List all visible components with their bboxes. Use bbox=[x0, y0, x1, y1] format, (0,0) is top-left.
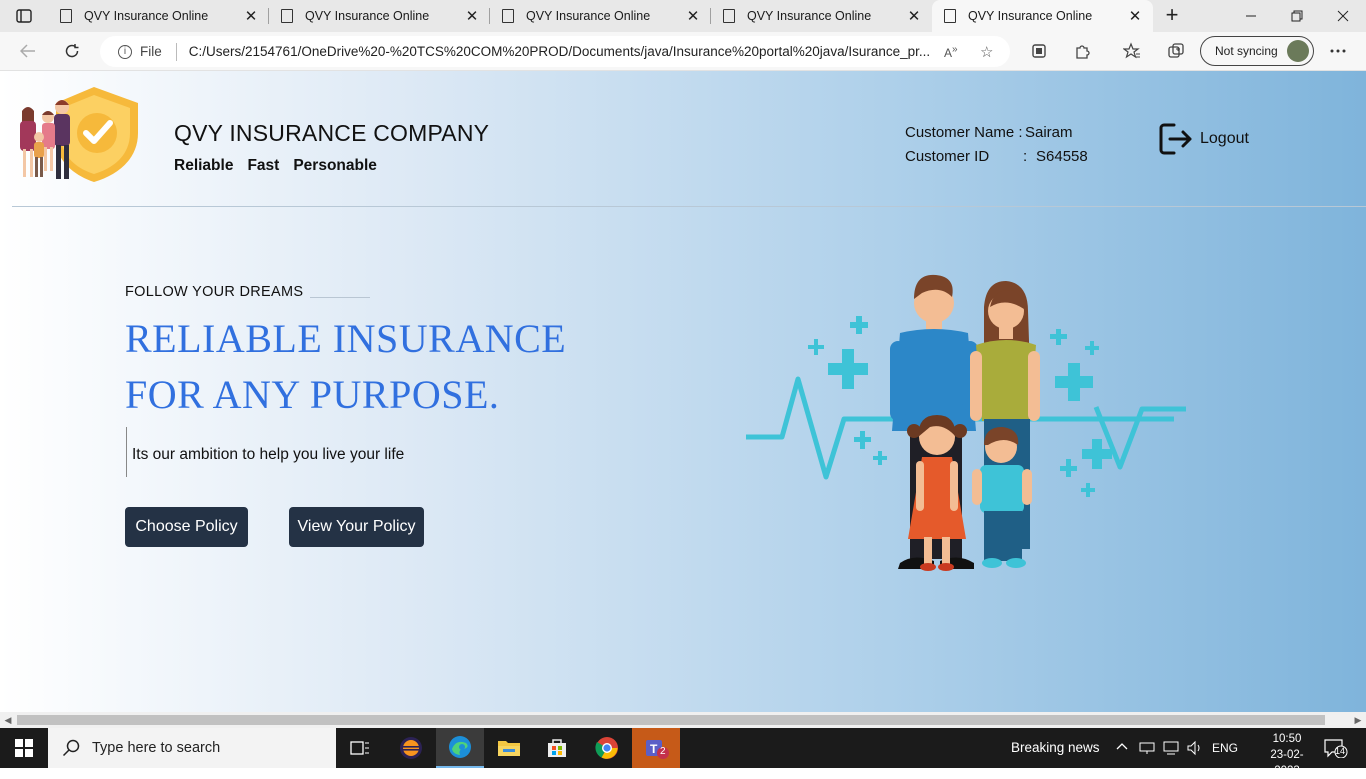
browser-tab[interactable]: QVY Insurance Online ✕ bbox=[48, 0, 269, 32]
add-favorite-icon[interactable]: ☆ bbox=[980, 43, 1002, 61]
customer-name-value: Sairam bbox=[1025, 124, 1073, 141]
extensions-icon[interactable] bbox=[1068, 36, 1098, 66]
read-aloud-icon[interactable]: A» bbox=[944, 44, 966, 60]
document-icon bbox=[502, 9, 514, 23]
task-view-icon[interactable] bbox=[336, 728, 384, 768]
headline-line: RELIABLE INSURANCE bbox=[125, 316, 567, 361]
horizontal-scrollbar[interactable]: ◀ ▶ bbox=[0, 712, 1366, 728]
minimize-button[interactable] bbox=[1228, 0, 1274, 32]
scroll-right-icon[interactable]: ▶ bbox=[1353, 715, 1363, 726]
refresh-button[interactable] bbox=[57, 36, 87, 66]
tab-title: QVY Insurance Online bbox=[968, 9, 1093, 23]
hero-headline: RELIABLE INSURANCE FOR ANY PURPOSE. bbox=[125, 311, 566, 423]
tab-title: QVY Insurance Online bbox=[305, 9, 430, 23]
headline-line: FOR ANY PURPOSE. bbox=[125, 372, 500, 417]
chrome-app-icon[interactable] bbox=[583, 728, 631, 768]
language-indicator[interactable]: ENG bbox=[1212, 741, 1238, 755]
tab-title: QVY Insurance Online bbox=[747, 9, 872, 23]
scheme-label: File bbox=[140, 44, 162, 59]
notification-count: 14 bbox=[1335, 746, 1346, 756]
tab-title: QVY Insurance Online bbox=[526, 9, 651, 23]
customer-id-label: Customer ID: bbox=[905, 148, 1028, 165]
clock-date: 23-02-2023 bbox=[1270, 749, 1304, 777]
family-illustration bbox=[746, 274, 1186, 571]
info-icon[interactable]: i bbox=[118, 44, 132, 59]
url-text[interactable]: C:/Users/2154761/OneDrive%20-%20TCS%20CO… bbox=[189, 44, 944, 59]
tagline-item: Fast bbox=[247, 157, 280, 174]
close-tab-icon[interactable]: ✕ bbox=[462, 7, 482, 25]
browser-tab[interactable]: QVY Insurance Online ✕ bbox=[711, 0, 932, 32]
logout-button[interactable]: Logout bbox=[1158, 122, 1249, 156]
tagline-item: Reliable bbox=[174, 157, 234, 174]
more-menu-icon[interactable] bbox=[1323, 36, 1353, 66]
sync-label: Not syncing bbox=[1215, 44, 1278, 58]
company-name: QVY INSURANCE COMPANY bbox=[174, 120, 490, 146]
clock-time: 10:50 bbox=[1272, 733, 1302, 745]
profile-sync-button[interactable]: Not syncing bbox=[1200, 36, 1314, 66]
browser-tab-strip: QVY Insurance Online ✕ QVY Insurance Onl… bbox=[0, 0, 1366, 32]
hero-subtext: Its our ambition to help you live your l… bbox=[132, 446, 405, 463]
browser-tab-active[interactable]: QVY Insurance Online ✕ bbox=[932, 0, 1153, 32]
logout-icon bbox=[1159, 123, 1192, 155]
start-button[interactable] bbox=[0, 728, 48, 768]
notification-center-icon[interactable]: 14 bbox=[1324, 738, 1348, 763]
search-placeholder: Type here to search bbox=[92, 740, 221, 756]
document-icon bbox=[281, 9, 293, 23]
new-tab-button[interactable]: + bbox=[1160, 4, 1184, 28]
document-icon bbox=[944, 9, 956, 23]
close-tab-icon[interactable]: ✕ bbox=[241, 7, 261, 25]
back-button[interactable] bbox=[13, 36, 43, 66]
view-policy-button[interactable]: View Your Policy bbox=[289, 507, 424, 547]
logout-label: Logout bbox=[1200, 130, 1249, 147]
address-bar[interactable]: i File C:/Users/2154761/OneDrive%20-%20T… bbox=[100, 36, 1010, 67]
teams-badge: 2 bbox=[660, 746, 666, 757]
scroll-left-icon[interactable]: ◀ bbox=[3, 715, 13, 726]
store-app-icon[interactable] bbox=[533, 728, 581, 768]
favorites-icon[interactable] bbox=[1117, 36, 1147, 66]
document-icon bbox=[60, 9, 72, 23]
system-clock[interactable]: 10:50 23-02-2023 bbox=[1262, 731, 1312, 779]
eyebrow-divider bbox=[310, 297, 370, 298]
header-divider bbox=[12, 206, 1366, 207]
svg-text:T: T bbox=[650, 742, 658, 756]
browser-tab[interactable]: QVY Insurance Online ✕ bbox=[490, 0, 711, 32]
taskbar-search[interactable]: Type here to search bbox=[48, 728, 336, 768]
close-window-button[interactable] bbox=[1320, 0, 1366, 32]
browser-essentials-icon[interactable] bbox=[1024, 36, 1054, 66]
close-tab-icon[interactable]: ✕ bbox=[1125, 7, 1145, 25]
wifi-icon[interactable] bbox=[1162, 741, 1180, 758]
edge-app-icon[interactable] bbox=[436, 728, 484, 768]
windows-logo-icon bbox=[15, 739, 33, 757]
volume-icon[interactable] bbox=[1186, 740, 1204, 759]
customer-id-value: S64558 bbox=[1036, 148, 1088, 165]
subtext-accent-bar bbox=[126, 427, 127, 477]
file-explorer-icon[interactable] bbox=[485, 728, 533, 768]
company-logo bbox=[20, 87, 138, 182]
customer-name-label: Customer Name : bbox=[905, 124, 1023, 141]
restore-button[interactable] bbox=[1274, 0, 1320, 32]
avatar bbox=[1287, 40, 1309, 62]
browser-toolbar: i File C:/Users/2154761/OneDrive%20-%20T… bbox=[0, 32, 1366, 71]
page-content: QVY INSURANCE COMPANY Reliable Fast Pers… bbox=[0, 71, 1366, 712]
browser-tab[interactable]: QVY Insurance Online ✕ bbox=[269, 0, 490, 32]
hero-eyebrow: FOLLOW YOUR DREAMS bbox=[125, 284, 304, 300]
eclipse-app-icon[interactable] bbox=[387, 728, 435, 768]
tab-actions-icon[interactable] bbox=[8, 5, 40, 27]
scrollbar-thumb[interactable] bbox=[17, 715, 1325, 725]
tab-title: QVY Insurance Online bbox=[84, 9, 209, 23]
windows-taskbar: Type here to search T 2 Breaking news EN… bbox=[0, 728, 1366, 777]
close-tab-icon[interactable]: ✕ bbox=[683, 7, 703, 25]
collections-icon[interactable] bbox=[1161, 36, 1191, 66]
choose-policy-button[interactable]: Choose Policy bbox=[125, 507, 248, 547]
show-hidden-icons[interactable] bbox=[1116, 739, 1128, 753]
teams-app-icon[interactable]: T 2 bbox=[632, 728, 680, 768]
customer-info: Customer Name : Sairam Customer ID: S645… bbox=[905, 121, 1088, 169]
search-icon bbox=[62, 739, 80, 757]
document-icon bbox=[723, 9, 735, 23]
company-tagline: Reliable Fast Personable bbox=[174, 157, 377, 175]
tagline-item: Personable bbox=[293, 157, 377, 174]
network-adapter-icon[interactable] bbox=[1138, 741, 1156, 758]
close-tab-icon[interactable]: ✕ bbox=[904, 7, 924, 25]
news-widget[interactable]: Breaking news bbox=[1011, 740, 1100, 755]
